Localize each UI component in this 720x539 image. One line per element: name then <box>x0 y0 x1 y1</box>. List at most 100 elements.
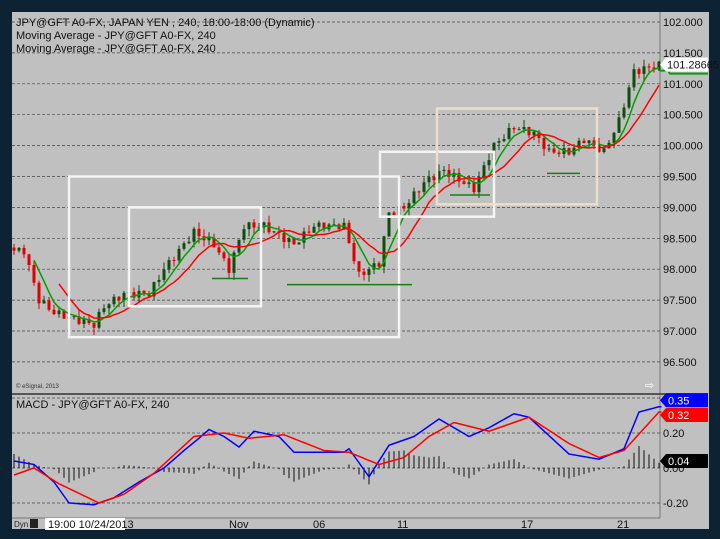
candle-body <box>642 66 646 74</box>
last-price-label: 101.28665 <box>667 60 719 72</box>
candle-body <box>587 140 591 144</box>
candle-body <box>292 238 296 245</box>
candle-body <box>312 226 316 233</box>
candle-body <box>522 126 526 130</box>
lock-icon <box>30 519 38 528</box>
candle-body <box>52 309 56 315</box>
price-tick-label: 100.500 <box>663 110 703 122</box>
candle-body <box>602 148 606 152</box>
candle-body <box>412 191 416 204</box>
macd-title: MACD - JPY@GFT A0-FX, 240 <box>16 399 169 411</box>
candle-body <box>187 241 191 244</box>
candle-body <box>307 231 311 233</box>
candle-body <box>47 300 51 310</box>
candle-body <box>417 191 421 193</box>
price-tick-label: 102.000 <box>663 17 703 29</box>
candle-body <box>252 222 256 228</box>
candle-body <box>222 252 226 259</box>
price-tick-label: 101.000 <box>663 79 703 91</box>
candle-body <box>272 231 276 233</box>
candle-body <box>217 247 221 253</box>
candle-body <box>357 261 361 272</box>
candle-body <box>512 127 516 130</box>
candle-body <box>462 181 466 184</box>
candle-body <box>117 296 121 301</box>
price-tick-label: 98.000 <box>663 264 697 276</box>
candle-body <box>532 131 536 136</box>
candle-body <box>107 304 111 309</box>
candle-body <box>247 222 251 230</box>
candle-body <box>12 247 16 251</box>
candle-body <box>427 177 431 183</box>
candle-body <box>297 242 301 245</box>
candle-body <box>392 212 396 215</box>
macd-tick-label: -0.20 <box>663 498 688 510</box>
price-tick-label: 100.000 <box>663 141 703 153</box>
candle-body <box>207 237 211 241</box>
chart-header-line: Moving Average - JPY@GFT A0-FX, 240 <box>16 30 216 42</box>
cursor-date-label: 19:00 10/24/2013 <box>48 519 134 531</box>
candle-body <box>432 177 436 181</box>
scroll-right-icon[interactable]: ⇨ <box>645 380 654 392</box>
price-tick-label: 98.500 <box>663 233 697 245</box>
candle-body <box>527 126 531 136</box>
candle-body <box>347 222 351 244</box>
price-tick-label: 99.000 <box>663 202 697 214</box>
chart-header-line: Moving Average - JPY@GFT A0-FX, 240 <box>16 43 216 55</box>
x-tick-label: 06 <box>313 519 325 531</box>
candle-body <box>167 259 171 270</box>
candle-body <box>112 296 116 305</box>
histogram-value-tag-label: 0.04 <box>668 456 689 468</box>
moving-average-slow <box>58 84 660 319</box>
candle-body <box>637 69 641 74</box>
candle-body <box>242 229 246 240</box>
candle-body <box>542 137 546 150</box>
candle-body <box>377 263 381 267</box>
candle-body <box>552 148 556 153</box>
signal-value-tag-label: 0.32 <box>668 410 689 422</box>
candle-body <box>72 316 76 318</box>
candle-body <box>632 69 636 88</box>
candle-body <box>547 148 551 150</box>
price-tick-label: 97.000 <box>663 326 697 338</box>
candle-body <box>27 254 31 265</box>
price-tick-label: 96.500 <box>663 357 697 369</box>
candle-body <box>467 182 471 184</box>
chart-header-line: JPY@GFT A0-FX, JAPAN YEN , 240, 18:00-18… <box>16 17 315 29</box>
candle-body <box>617 117 621 133</box>
candle-body <box>172 259 176 261</box>
candle-body <box>102 308 106 312</box>
dyn-label: Dyn <box>14 520 28 529</box>
candle-body <box>507 127 511 139</box>
candle-body <box>22 247 26 255</box>
candle-body <box>647 66 651 68</box>
macd-line <box>13 406 662 506</box>
candle-body <box>17 247 21 251</box>
candle-body <box>57 310 61 315</box>
candle-body <box>402 206 406 209</box>
candle-body <box>162 269 166 280</box>
candle-body <box>42 300 46 304</box>
candle-body <box>37 282 41 304</box>
signal-line <box>13 411 662 504</box>
candle-body <box>157 279 161 282</box>
macd-tick-label: 0.20 <box>663 428 684 440</box>
candle-body <box>302 231 306 243</box>
candle-body <box>442 169 446 171</box>
candle-body <box>177 248 181 261</box>
x-tick-label: Nov <box>229 519 249 531</box>
candle-body <box>497 141 501 143</box>
candle-body <box>482 165 486 178</box>
candle-body <box>367 269 371 275</box>
candle-body <box>352 243 356 262</box>
candle-body <box>487 160 491 166</box>
chart-svg[interactable]: 102.000101.500101.000100.500100.00099.50… <box>0 0 720 539</box>
candle-body <box>282 233 286 242</box>
x-tick-label: 21 <box>617 519 629 531</box>
candle-body <box>32 264 36 283</box>
candle-body <box>287 238 291 242</box>
candle-body <box>337 224 341 230</box>
candle-body <box>557 152 561 154</box>
candle-body <box>612 132 616 143</box>
candle-body <box>502 138 506 142</box>
